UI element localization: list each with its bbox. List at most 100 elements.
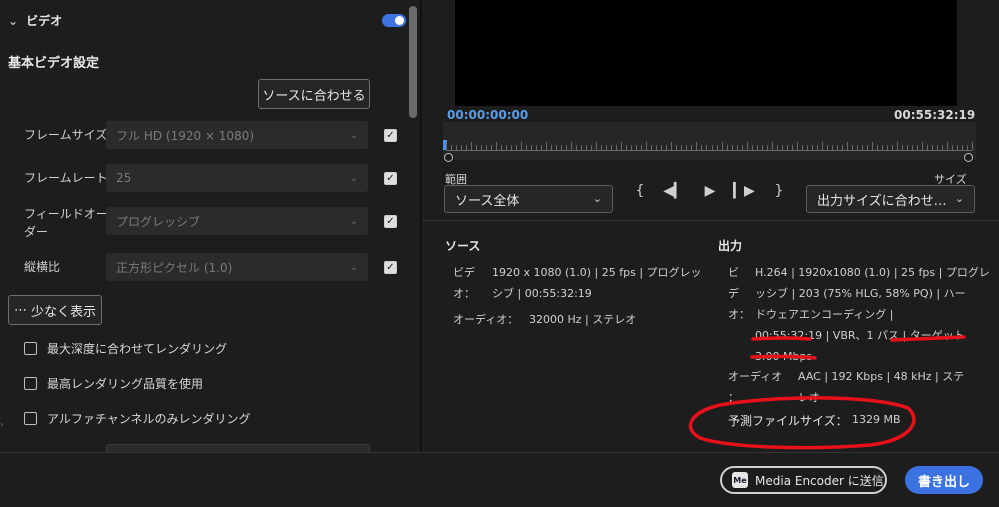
timeline-tick bbox=[446, 142, 447, 150]
source-video-key-1: ビデ bbox=[453, 266, 475, 279]
size-dropdown[interactable]: 出力サイズに合わせ… ⌄ bbox=[806, 185, 975, 213]
field-order-dropdown[interactable]: プログレッシブ ⌄ bbox=[106, 207, 368, 235]
export-button[interactable]: 書き出し bbox=[905, 466, 983, 494]
frame-size-dropdown[interactable]: フル HD (1920 × 1080) ⌄ bbox=[106, 121, 368, 149]
frame-rate-checkbox[interactable]: ✓ bbox=[384, 172, 397, 185]
range-dropdown[interactable]: ソース全体 ⌄ bbox=[444, 185, 613, 213]
output-target-bitrate: 3.00 Mbps bbox=[755, 350, 813, 363]
timeline-tick bbox=[872, 142, 873, 150]
send-to-media-encoder-button[interactable]: Me Media Encoder に送信 bbox=[720, 466, 887, 494]
set-in-point-icon[interactable]: { bbox=[632, 182, 648, 200]
estimated-filesize-label: 予測ファイルサイズ： bbox=[728, 414, 848, 428]
timeline-tick bbox=[596, 142, 597, 150]
timeline-ticks bbox=[446, 142, 973, 152]
timeline-tick bbox=[616, 145, 617, 150]
step-back-icon[interactable]: ◀▎ bbox=[663, 182, 685, 200]
frame-rate-dropdown[interactable]: 25 ⌄ bbox=[106, 164, 368, 192]
timeline-tick bbox=[586, 145, 587, 150]
timeline-tick bbox=[822, 142, 823, 150]
max-depth-checkbox[interactable] bbox=[24, 342, 37, 355]
timeline-tick bbox=[917, 145, 918, 150]
partial-dropdown[interactable] bbox=[106, 444, 370, 452]
output-video-key: ビ デ オ： bbox=[728, 262, 750, 325]
timeline-tick bbox=[777, 145, 778, 150]
chevron-down-icon: ⌄ bbox=[349, 261, 358, 273]
timeline-tick bbox=[651, 145, 652, 150]
estimated-filesize-value: 1329 MB bbox=[852, 413, 901, 426]
timeline-tick bbox=[481, 145, 482, 150]
play-icon[interactable]: ▶ bbox=[700, 182, 720, 200]
timeline-tick bbox=[772, 142, 773, 150]
max-quality-checkbox[interactable] bbox=[24, 377, 37, 390]
chevron-down-icon[interactable]: ⌄ bbox=[8, 14, 18, 28]
alpha-only-checkbox[interactable] bbox=[24, 412, 37, 425]
frame-rate-value: 25 bbox=[116, 171, 132, 185]
timeline-tick bbox=[932, 145, 933, 150]
timeline-tick bbox=[907, 145, 908, 150]
timeline-tick bbox=[877, 145, 878, 150]
timeline-tick bbox=[471, 142, 472, 150]
output-audio-value: AAC | 192 Kbps | 48 kHz | ステ レオ bbox=[798, 366, 964, 408]
timeline-tick bbox=[636, 145, 637, 150]
timeline-tick bbox=[847, 142, 848, 150]
aspect-ratio-dropdown[interactable]: 正方形ピクセル (1.0) ⌄ bbox=[106, 253, 368, 281]
video-enable-toggle[interactable] bbox=[382, 14, 406, 27]
timeline-track[interactable] bbox=[443, 122, 976, 160]
output-title: 出力 bbox=[718, 239, 743, 253]
aspect-ratio-checkbox[interactable]: ✓ bbox=[384, 261, 397, 274]
timeline-tick bbox=[792, 145, 793, 150]
output-video-line3: ドウェアエンコーディング | bbox=[755, 308, 894, 321]
timeline-tick bbox=[922, 142, 923, 150]
match-source-button[interactable]: ソースに合わせる bbox=[258, 79, 370, 109]
output-video-value: H.264 | 1920x1080 (1.0) | 25 fps | プログレ … bbox=[755, 262, 995, 367]
timeline-tick bbox=[782, 145, 783, 150]
alpha-only-label: アルファチャンネルのみレンダリング bbox=[47, 412, 251, 426]
source-audio-key: オーディオ： bbox=[453, 313, 519, 326]
set-out-point-icon[interactable]: } bbox=[771, 182, 787, 200]
timeline-tick bbox=[621, 142, 622, 150]
timeline-tick bbox=[837, 145, 838, 150]
timeline-tick bbox=[797, 142, 798, 150]
output-video-line1: H.264 | 1920x1080 (1.0) | 25 fps | プログレ bbox=[755, 266, 990, 279]
timeline-tick bbox=[671, 142, 672, 150]
timeline-tick bbox=[937, 145, 938, 150]
timeline-tick bbox=[691, 145, 692, 150]
out-point-handle[interactable] bbox=[964, 153, 973, 162]
timecode-start[interactable]: 00:00:00:00 bbox=[447, 108, 528, 122]
settings-scrollbar[interactable] bbox=[409, 6, 417, 118]
frame-size-value: フル HD (1920 × 1080) bbox=[116, 128, 255, 143]
in-point-handle[interactable] bbox=[444, 153, 453, 162]
timeline-tick bbox=[952, 145, 953, 150]
output-audio-line1: AAC | 192 Kbps | 48 kHz | ステ bbox=[798, 370, 965, 383]
video-preview bbox=[455, 0, 957, 106]
timeline-tick bbox=[591, 145, 592, 150]
source-audio-value: 32000 Hz | ステレオ bbox=[529, 313, 637, 326]
timeline-tick bbox=[857, 145, 858, 150]
timeline-tick bbox=[717, 145, 718, 150]
timeline-tick bbox=[732, 145, 733, 150]
timeline-tick bbox=[902, 145, 903, 150]
panel-divider[interactable] bbox=[420, 0, 422, 452]
source-video-value: 1920 x 1080 (1.0) | 25 fps | プログレッ シブ | … bbox=[492, 262, 702, 304]
timeline-tick bbox=[927, 145, 928, 150]
field-order-checkbox[interactable]: ✓ bbox=[384, 215, 397, 228]
step-forward-icon[interactable]: ▎▶ bbox=[733, 182, 755, 200]
timeline-tick bbox=[631, 145, 632, 150]
timeline-tick bbox=[541, 145, 542, 150]
timeline-tick bbox=[807, 145, 808, 150]
field-order-label-line1: フィールドオー bbox=[24, 207, 108, 221]
media-encoder-icon: Me bbox=[732, 472, 748, 488]
timeline-tick bbox=[962, 145, 963, 150]
timeline-tick bbox=[506, 145, 507, 150]
timeline-tick bbox=[842, 145, 843, 150]
timeline-tick bbox=[531, 145, 532, 150]
timeline-tick bbox=[656, 145, 657, 150]
show-less-button[interactable]: ⋯ 少なく表示 bbox=[8, 295, 102, 325]
frame-size-checkbox[interactable]: ✓ bbox=[384, 129, 397, 142]
timeline-tick bbox=[712, 145, 713, 150]
timeline-tick bbox=[536, 145, 537, 150]
timecode-end: 00:55:32:19 bbox=[894, 108, 976, 122]
timeline-tick bbox=[867, 145, 868, 150]
output-video-key-2: デ bbox=[728, 287, 739, 300]
video-section-header[interactable]: ⌄ ビデオ bbox=[8, 12, 62, 29]
